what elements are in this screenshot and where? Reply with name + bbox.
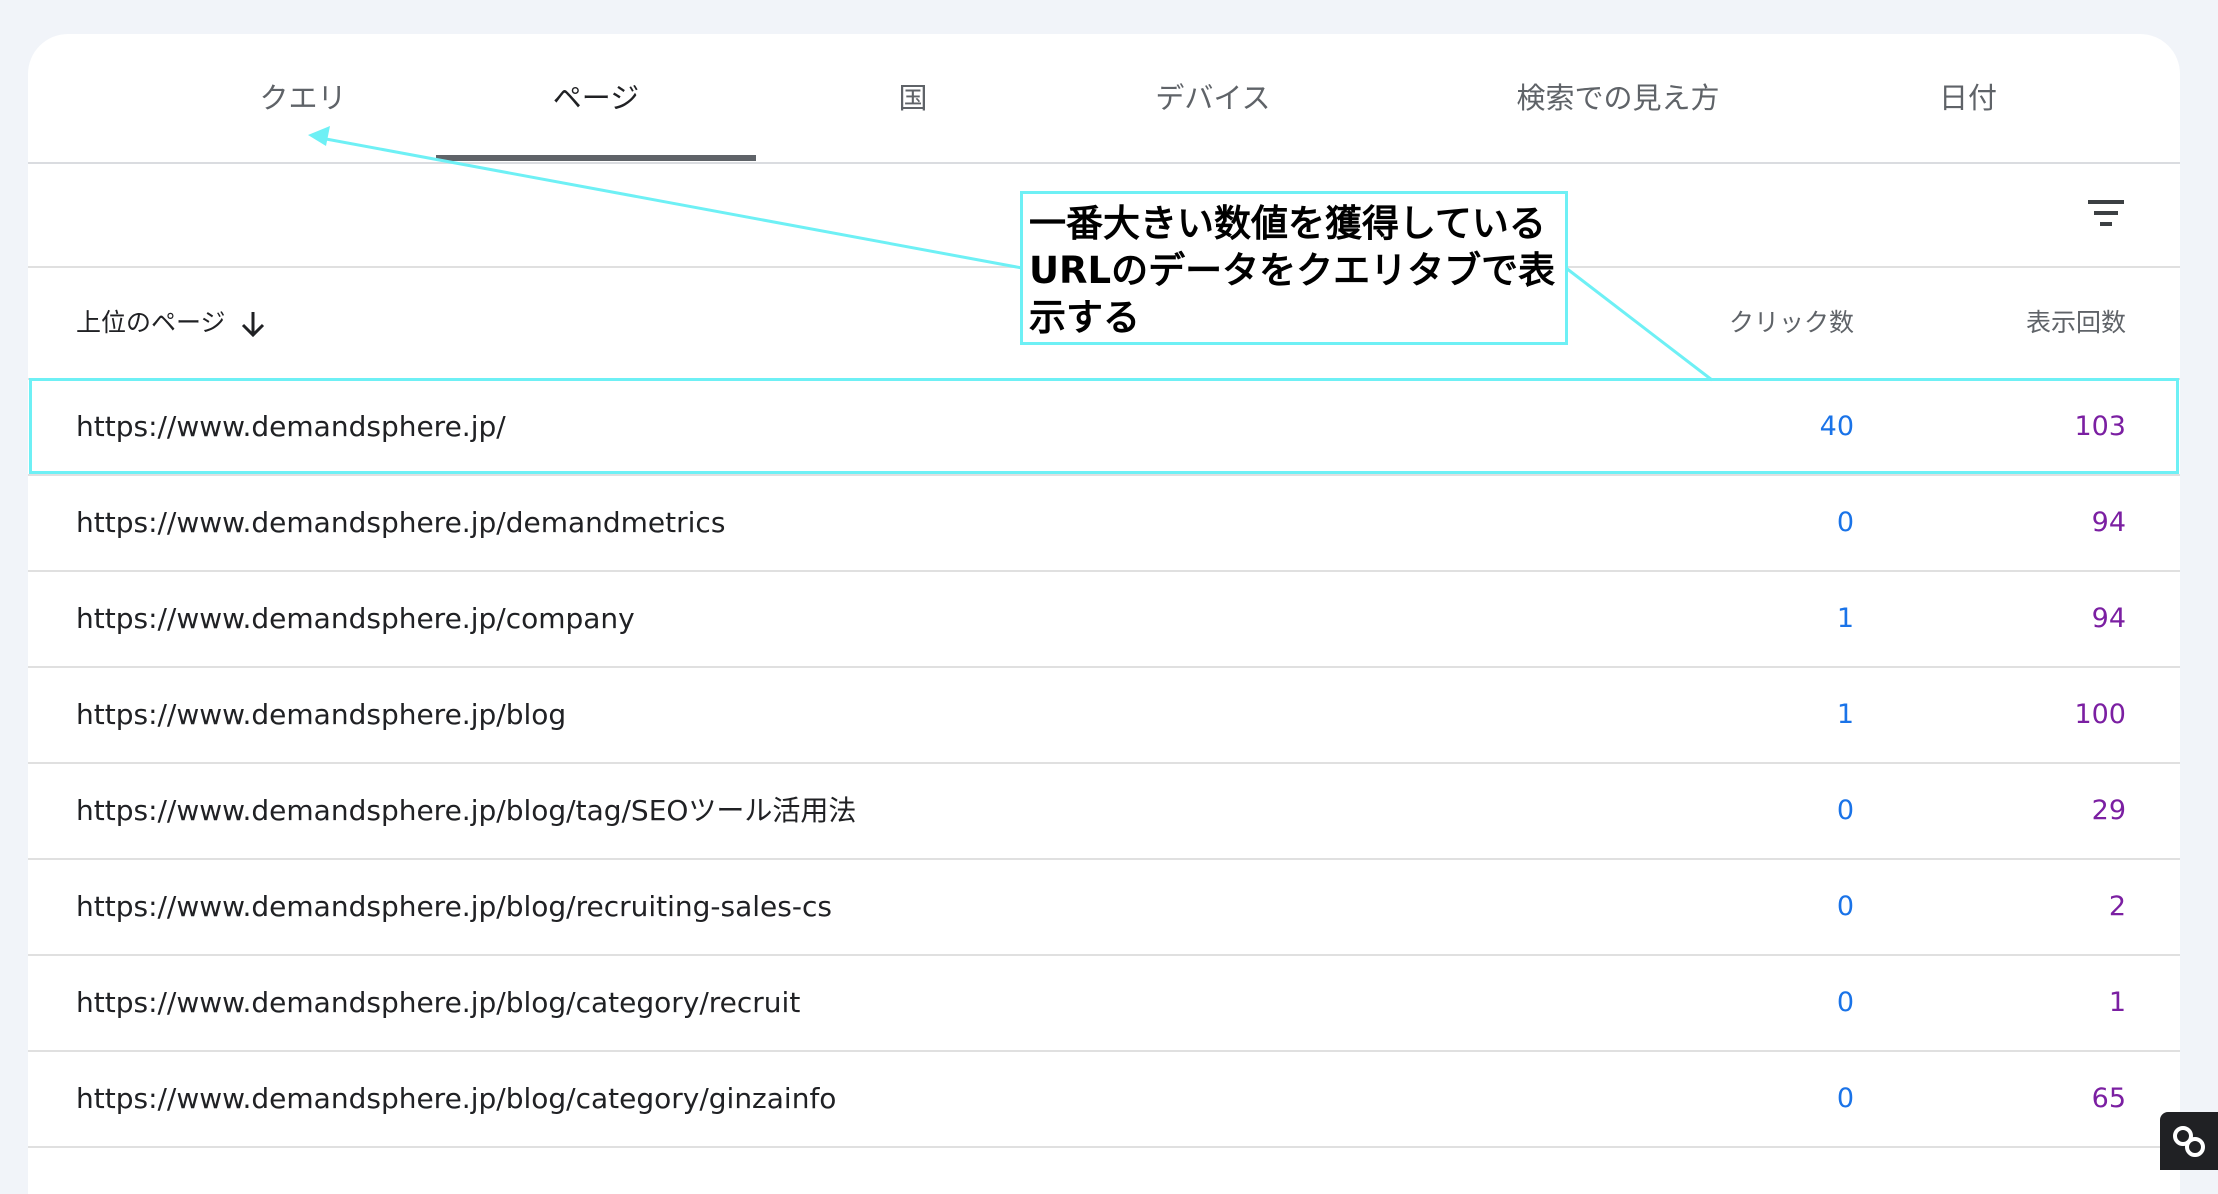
row-clicks: 0 — [1836, 891, 1854, 922]
column-header-page-label: 上位のページ — [76, 308, 226, 337]
tab-date[interactable]: 日付 — [1868, 34, 2068, 162]
row-clicks: 0 — [1836, 987, 1854, 1018]
link-widget-button[interactable] — [2160, 1112, 2218, 1170]
tab-country[interactable]: 国 — [818, 34, 1008, 162]
table-row[interactable]: https://www.demandsphere.jp/company 1 94 — [28, 572, 2180, 668]
row-impressions: 94 — [2091, 507, 2126, 538]
table-body: https://www.demandsphere.jp/ 40 103 http… — [28, 380, 2180, 1148]
table-row[interactable]: https://www.demandsphere.jp/blog/categor… — [28, 956, 2180, 1052]
row-clicks: 1 — [1836, 699, 1854, 730]
row-impressions: 94 — [2091, 603, 2126, 634]
row-impressions: 103 — [2074, 411, 2126, 442]
row-impressions: 65 — [2091, 1083, 2126, 1114]
tab-page[interactable]: ページ — [436, 34, 756, 162]
tab-device[interactable]: デバイス — [1078, 34, 1348, 162]
row-url: https://www.demandsphere.jp/blog/recruit… — [76, 890, 832, 923]
row-url: https://www.demandsphere.jp/company — [76, 602, 635, 635]
link-icon — [2173, 1126, 2205, 1157]
row-url: https://www.demandsphere.jp/blog/tag/SEO… — [76, 794, 857, 827]
row-url: https://www.demandsphere.jp/blog — [76, 698, 567, 731]
row-clicks: 40 — [1819, 411, 1854, 442]
column-header-clicks[interactable]: クリック数 — [1729, 268, 1854, 378]
arrow-down-icon — [241, 312, 264, 338]
table-row[interactable]: https://www.demandsphere.jp/ 40 103 — [28, 380, 2180, 476]
row-clicks: 0 — [1836, 795, 1854, 826]
tab-query[interactable]: クエリ — [158, 34, 448, 162]
row-impressions: 100 — [2074, 699, 2126, 730]
row-clicks: 0 — [1836, 507, 1854, 538]
table-row[interactable]: https://www.demandsphere.jp/blog/tag/SEO… — [28, 764, 2180, 860]
row-url: https://www.demandsphere.jp/blog/categor… — [76, 986, 801, 1019]
row-impressions: 29 — [2091, 795, 2126, 826]
row-impressions: 1 — [2108, 987, 2126, 1018]
table-row[interactable]: https://www.demandsphere.jp/blog 1 100 — [28, 668, 2180, 764]
column-header-impressions[interactable]: 表示回数 — [2026, 268, 2126, 378]
row-impressions: 2 — [2108, 891, 2126, 922]
annotation-callout: 一番大きい数値を獲得しているURLのデータをクエリタブで表示する — [1020, 191, 1568, 345]
row-clicks: 1 — [1836, 603, 1854, 634]
row-url: https://www.demandsphere.jp/ — [76, 410, 506, 443]
table-row[interactable]: https://www.demandsphere.jp/blog/categor… — [28, 1052, 2180, 1148]
filter-icon[interactable] — [2086, 194, 2126, 234]
table-row[interactable]: https://www.demandsphere.jp/blog/recruit… — [28, 860, 2180, 956]
row-url: https://www.demandsphere.jp/demandmetric… — [76, 506, 726, 539]
column-header-page[interactable]: 上位のページ — [76, 268, 266, 378]
table-row[interactable]: https://www.demandsphere.jp/demandmetric… — [28, 476, 2180, 572]
tab-search-appearance[interactable]: 検索での見え方 — [1428, 34, 1808, 162]
row-clicks: 0 — [1836, 1083, 1854, 1114]
dimension-tabs: クエリ ページ 国 デバイス 検索での見え方 日付 — [28, 34, 2180, 164]
active-tab-indicator — [436, 155, 756, 161]
row-url: https://www.demandsphere.jp/blog/categor… — [76, 1082, 837, 1115]
